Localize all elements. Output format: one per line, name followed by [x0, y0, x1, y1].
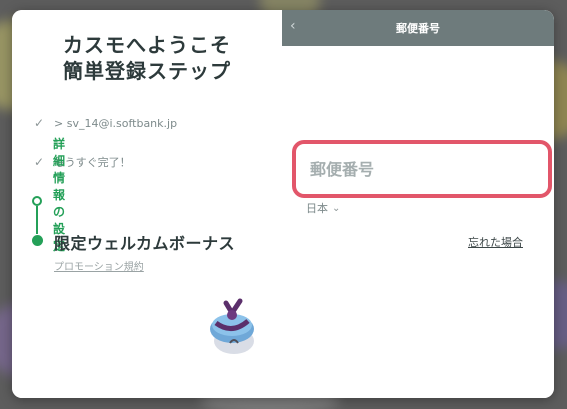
welcome-title-line1: カスモへようこそ	[63, 33, 231, 57]
current-step-ring-icon	[32, 196, 42, 206]
form-header: ‹ 郵便番号	[282, 10, 554, 46]
gift-box-icon	[210, 298, 254, 354]
promotion-terms-link[interactable]: プロモーション規約	[54, 258, 144, 273]
zip-field-wrapper	[292, 140, 552, 198]
step-email-label: > sv_14@i.softbank.jp	[54, 116, 178, 130]
welcome-title: カスモへようこそ 簡単登録ステップ	[12, 32, 282, 84]
form-header-title: 郵便番号	[396, 22, 440, 35]
chevron-down-icon: ⌄	[332, 202, 341, 214]
step-email: ✓ > sv_14@i.softbank.jp	[34, 116, 177, 130]
step-almost-done: ✓ もうすぐ完了！	[34, 154, 131, 170]
check-icon: ✓	[34, 116, 45, 130]
bonus-step-dot-icon	[32, 235, 43, 246]
bonus-title: 限定ウェルカムボーナス	[54, 234, 236, 253]
steps-panel: カスモへようこそ 簡単登録ステップ ✓ > sv_14@i.softbank.j…	[12, 10, 282, 398]
country-select[interactable]: 日本 ⌄	[306, 200, 340, 216]
forgot-zip-link[interactable]: 忘れた場合	[468, 234, 523, 250]
zip-input[interactable]	[296, 144, 548, 194]
step-almost-done-label: もうすぐ完了！	[54, 156, 131, 169]
form-panel: ‹ 郵便番号 日本 ⌄ 忘れた場合	[282, 10, 554, 398]
step-connector-line	[36, 206, 38, 234]
check-icon: ✓	[34, 155, 45, 169]
country-value: 日本	[306, 202, 328, 215]
registration-modal: カスモへようこそ 簡単登録ステップ ✓ > sv_14@i.softbank.j…	[12, 10, 554, 398]
welcome-title-line2: 簡単登録ステップ	[63, 59, 231, 83]
